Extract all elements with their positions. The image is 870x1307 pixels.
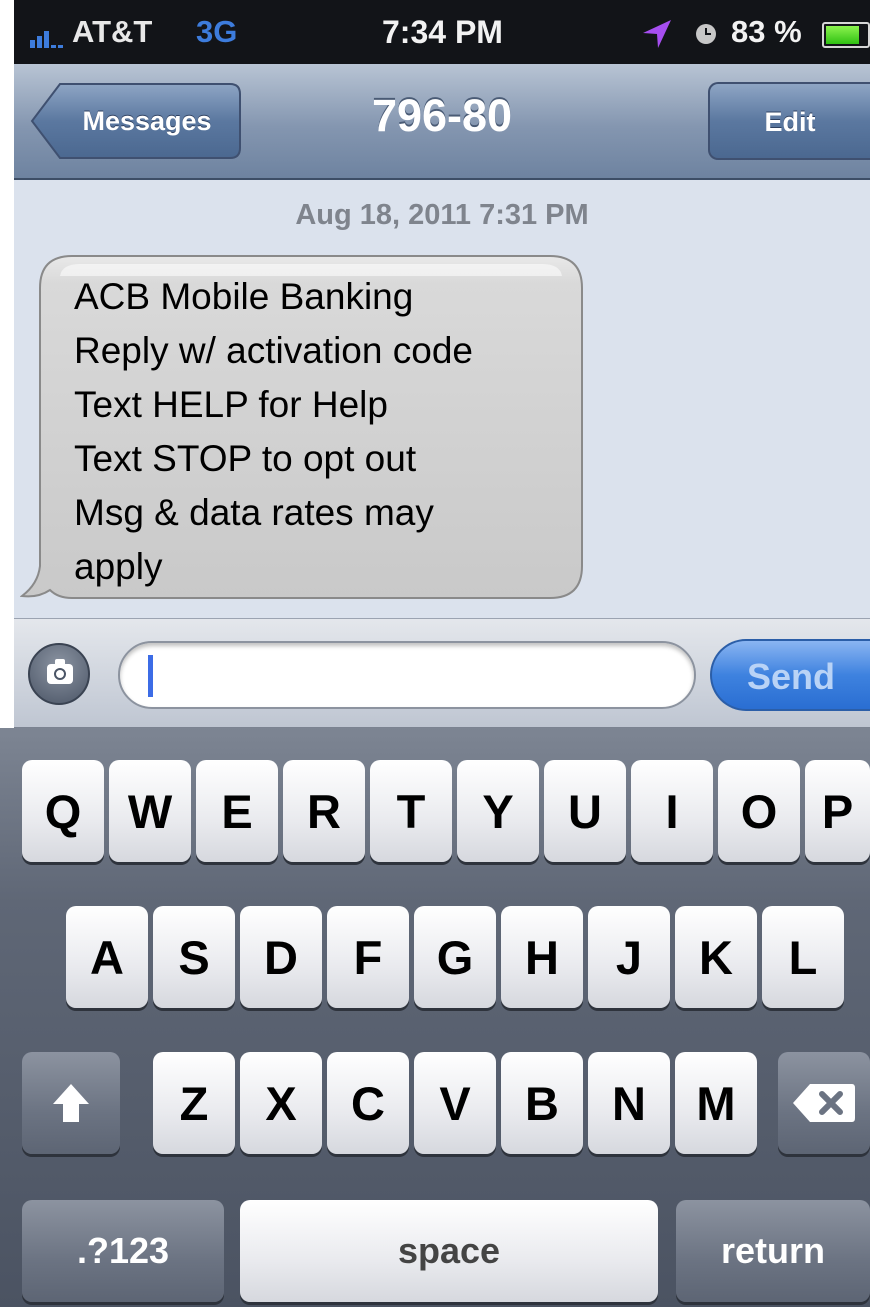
key-g[interactable]: G bbox=[414, 906, 496, 1008]
battery-fill bbox=[826, 26, 859, 44]
keyboard: Q W E R T Y U I O P A S D F G H J K L Z … bbox=[0, 728, 870, 1307]
key-o[interactable]: O bbox=[718, 760, 800, 862]
key-label: W bbox=[127, 784, 173, 838]
key-label: N bbox=[612, 1076, 646, 1130]
status-bar: AT&T 3G 7:34 PM 83 % bbox=[14, 0, 870, 64]
key-label: M bbox=[696, 1076, 736, 1130]
key-label: X bbox=[265, 1076, 297, 1130]
shift-key[interactable] bbox=[22, 1052, 120, 1154]
key-e[interactable]: E bbox=[196, 760, 278, 862]
backspace-icon bbox=[793, 1084, 855, 1122]
key-label: V bbox=[439, 1076, 471, 1130]
edit-button-label: Edit bbox=[764, 107, 816, 137]
key-label: E bbox=[221, 784, 253, 838]
key-label: A bbox=[90, 930, 124, 984]
return-key[interactable]: return bbox=[676, 1200, 870, 1302]
compose-bar: Send bbox=[14, 618, 870, 728]
key-i[interactable]: I bbox=[631, 760, 713, 862]
back-to-messages-button[interactable]: Messages bbox=[30, 82, 242, 160]
key-label: R bbox=[307, 784, 341, 838]
key-h[interactable]: H bbox=[501, 906, 583, 1008]
key-label: U bbox=[568, 784, 602, 838]
key-c[interactable]: C bbox=[327, 1052, 409, 1154]
camera-button[interactable] bbox=[28, 643, 90, 705]
key-m[interactable]: M bbox=[675, 1052, 757, 1154]
key-x[interactable]: X bbox=[240, 1052, 322, 1154]
key-q[interactable]: Q bbox=[22, 760, 104, 862]
key-label: D bbox=[264, 930, 298, 984]
key-label: S bbox=[178, 930, 210, 984]
key-label: I bbox=[665, 784, 679, 838]
key-l[interactable]: L bbox=[762, 906, 844, 1008]
camera-icon bbox=[47, 659, 73, 684]
key-label: O bbox=[740, 784, 778, 838]
message-text: ACB Mobile Banking Reply w/ activation c… bbox=[74, 276, 473, 587]
navigation-bar: Messages 796-80 Edit bbox=[14, 64, 870, 180]
key-u[interactable]: U bbox=[544, 760, 626, 862]
numbers-key[interactable]: .?123 bbox=[22, 1200, 224, 1302]
edit-button[interactable]: Edit bbox=[708, 82, 870, 160]
key-label: J bbox=[615, 930, 643, 984]
send-button-label: Send bbox=[746, 656, 835, 697]
key-label: B bbox=[525, 1076, 559, 1130]
key-p[interactable]: P bbox=[805, 760, 870, 862]
location-arrow-icon bbox=[643, 20, 671, 48]
key-a[interactable]: A bbox=[66, 906, 148, 1008]
backspace-key[interactable] bbox=[778, 1052, 870, 1154]
space-key[interactable]: space bbox=[240, 1200, 658, 1302]
key-z[interactable]: Z bbox=[153, 1052, 235, 1154]
key-n[interactable]: N bbox=[588, 1052, 670, 1154]
key-f[interactable]: F bbox=[327, 906, 409, 1008]
key-label: L bbox=[788, 930, 818, 984]
key-r[interactable]: R bbox=[283, 760, 365, 862]
conversation-title: 796-80 bbox=[371, 90, 513, 141]
key-y[interactable]: Y bbox=[457, 760, 539, 862]
text-cursor bbox=[148, 655, 153, 697]
battery-percent: 83 % bbox=[731, 14, 802, 49]
key-k[interactable]: K bbox=[675, 906, 757, 1008]
message-input[interactable] bbox=[148, 653, 668, 697]
key-label: P bbox=[821, 784, 854, 838]
key-label: Z bbox=[179, 1076, 209, 1130]
message-field[interactable] bbox=[118, 641, 696, 709]
key-j[interactable]: J bbox=[588, 906, 670, 1008]
key-label: T bbox=[396, 784, 426, 838]
battery-icon bbox=[822, 22, 870, 48]
message-timestamp: Aug 18, 2011 7:31 PM bbox=[295, 199, 589, 231]
key-v[interactable]: V bbox=[414, 1052, 496, 1154]
carrier-name: AT&T bbox=[72, 14, 153, 49]
key-label: return bbox=[720, 1230, 825, 1271]
key-d[interactable]: D bbox=[240, 906, 322, 1008]
key-label: G bbox=[436, 930, 474, 984]
message-thread: Aug 18, 2011 7:31 PM ACB Mobile Banking … bbox=[14, 180, 870, 618]
signal-bars-icon bbox=[30, 22, 64, 48]
key-label: K bbox=[699, 930, 733, 984]
key-t[interactable]: T bbox=[370, 760, 452, 862]
received-message-bubble[interactable]: ACB Mobile Banking Reply w/ activation c… bbox=[20, 254, 588, 602]
key-label: .?123 bbox=[76, 1230, 170, 1271]
alarm-clock-icon bbox=[696, 24, 716, 44]
clock: 7:34 PM bbox=[382, 14, 503, 50]
key-label: C bbox=[351, 1076, 385, 1130]
network-type: 3G bbox=[196, 14, 238, 49]
shift-arrow-icon bbox=[53, 1084, 89, 1122]
key-label: space bbox=[397, 1230, 501, 1271]
back-button-label: Messages bbox=[82, 106, 212, 136]
key-s[interactable]: S bbox=[153, 906, 235, 1008]
key-w[interactable]: W bbox=[109, 760, 191, 862]
send-button[interactable]: Send bbox=[710, 639, 870, 711]
key-b[interactable]: B bbox=[501, 1052, 583, 1154]
key-label: H bbox=[525, 930, 559, 984]
key-label: Y bbox=[482, 784, 514, 838]
key-label: Q bbox=[44, 784, 82, 838]
key-label: F bbox=[353, 930, 383, 984]
